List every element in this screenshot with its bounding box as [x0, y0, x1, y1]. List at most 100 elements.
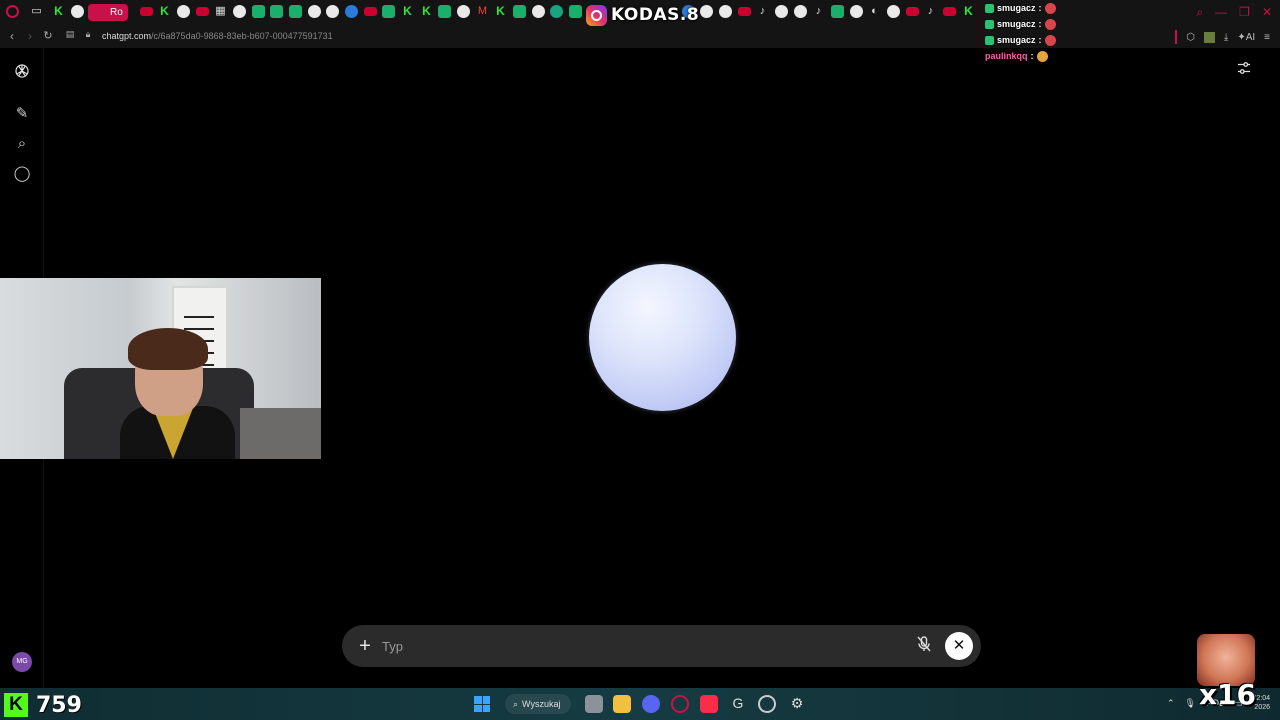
chat-username: smugacz	[997, 35, 1036, 45]
chevron-up-icon[interactable]: ⌃	[1167, 698, 1175, 709]
tab-google-icon[interactable]	[233, 5, 246, 18]
tab-kick-icon[interactable]: K	[52, 5, 65, 18]
start-icon[interactable]	[474, 696, 490, 712]
opera-icon[interactable]	[671, 695, 689, 713]
tab-active[interactable]: Ro	[88, 4, 128, 21]
tab-google-icon[interactable]	[177, 5, 190, 18]
menu-icon[interactable]: ≡	[1264, 32, 1270, 43]
tab-sheets-icon[interactable]	[289, 5, 302, 18]
file-explorer-icon[interactable]	[613, 695, 631, 713]
search-icon: ⌕	[513, 698, 519, 709]
desk	[240, 408, 321, 459]
chat-message: paulinkqq :	[985, 48, 1065, 64]
url-field[interactable]: chatgpt.com/c/6a875da0-9868-83eb-b607-00…	[102, 31, 333, 41]
tab-google-icon[interactable]	[887, 5, 900, 18]
tab-tiktok-icon[interactable]: ♪	[924, 5, 937, 18]
tab-google-icon[interactable]	[71, 5, 84, 18]
extension-avatar-icon[interactable]	[1203, 31, 1215, 43]
search-tabs-icon[interactable]: ⌕	[1196, 5, 1203, 20]
site-settings-icon[interactable]: ▤	[63, 29, 77, 40]
tab-chatgpt-icon[interactable]	[550, 5, 563, 18]
tab-active-label: Ro	[110, 7, 123, 18]
chat-username: smugacz	[997, 19, 1036, 29]
chat-separator: :	[1030, 51, 1034, 61]
windows-taskbar: K 759 ⌕ Wyszukaj G ⚙ ⌃ 🎙︎ POL ▭ 22:04 20…	[0, 688, 1280, 720]
tab-google-icon[interactable]	[700, 5, 713, 18]
tab-messenger-icon[interactable]	[345, 5, 358, 18]
tab-gmail-icon[interactable]: M	[476, 5, 489, 18]
tab-kick-icon[interactable]: K	[494, 5, 507, 18]
tab-google-icon[interactable]	[532, 5, 545, 18]
tab-sheets-icon[interactable]	[513, 5, 526, 18]
emote-combo-count: x16	[1199, 678, 1257, 711]
tab-google-icon[interactable]	[308, 5, 321, 18]
tab-google-icon[interactable]	[326, 5, 339, 18]
tab-tiktok-icon[interactable]: ♪	[756, 5, 769, 18]
tab-favicon[interactable]: ▭	[30, 5, 43, 18]
reload-icon[interactable]: ↻	[41, 29, 55, 42]
openai-logo-icon[interactable]	[13, 62, 31, 80]
ai-button[interactable]: ✦AI	[1237, 32, 1255, 43]
app-icon[interactable]: G	[729, 695, 747, 713]
mic-muted-button[interactable]	[914, 636, 934, 656]
tab-sheets-icon[interactable]	[569, 5, 582, 18]
settings-gear-icon[interactable]: ⚙	[788, 695, 806, 713]
new-chat-icon[interactable]: ✎	[13, 105, 31, 123]
back-icon[interactable]: ‹	[5, 29, 19, 43]
apple-music-icon[interactable]	[700, 695, 718, 713]
forward-icon[interactable]: ›	[23, 29, 37, 43]
search-icon[interactable]: ⌕	[13, 135, 31, 153]
tab-google-icon[interactable]	[850, 5, 863, 18]
tab-youtube-icon[interactable]	[738, 7, 751, 16]
tab-youtube-icon[interactable]	[140, 7, 153, 16]
app-icon[interactable]	[758, 695, 776, 713]
avatar[interactable]: MG	[12, 652, 32, 672]
tab-google-icon[interactable]	[457, 5, 470, 18]
chat-username: paulinkqq	[985, 51, 1028, 61]
close-window-icon[interactable]: ✕	[1262, 5, 1272, 20]
instagram-icon	[586, 4, 607, 26]
tab-youtube-icon[interactable]	[196, 7, 209, 16]
tab-youtube-icon[interactable]	[364, 7, 377, 16]
tab-kick-icon[interactable]: K	[962, 5, 975, 18]
voice-settings-icon[interactable]	[1234, 60, 1254, 80]
minimize-icon[interactable]: —	[1215, 5, 1227, 20]
ai-label: AI	[1245, 31, 1256, 43]
tab-favicon[interactable]: ▦	[214, 5, 227, 18]
tab-sheets-icon[interactable]	[382, 5, 395, 18]
extensions-icon[interactable]: ⬡	[1186, 32, 1195, 43]
tab-sheets-icon[interactable]	[252, 5, 265, 18]
download-icon[interactable]: ⤓	[1224, 32, 1228, 43]
chat-separator: :	[1038, 3, 1042, 13]
tab-sheets-icon[interactable]	[270, 5, 283, 18]
stream-chat-overlay: smugacz : smugacz : smugacz : paulinkqq …	[985, 0, 1065, 64]
add-attachment-button[interactable]: +	[354, 635, 376, 657]
webcam-overlay	[0, 278, 321, 459]
opera-menu-icon[interactable]	[6, 5, 19, 18]
tab-tiktok-icon[interactable]: ♪	[812, 5, 825, 18]
discord-icon[interactable]	[642, 695, 660, 713]
tab-google-icon[interactable]	[794, 5, 807, 18]
tab-google-icon[interactable]	[775, 5, 788, 18]
maximize-icon[interactable]: ❐	[1239, 5, 1250, 20]
instagram-handle: KODAS.8	[611, 5, 700, 25]
voice-input-bar: + ✕	[342, 625, 981, 667]
tab-youtube-icon[interactable]	[943, 7, 956, 16]
chat-badge-icon	[985, 19, 994, 29]
task-view-icon[interactable]	[585, 695, 603, 713]
tab-google-icon[interactable]	[719, 5, 732, 18]
tab-sheets-icon[interactable]	[831, 5, 844, 18]
emote-icon	[1036, 50, 1048, 62]
voice-mode-orb	[589, 264, 736, 411]
tab-favicon[interactable]: ◐	[868, 5, 881, 18]
chat-message: smugacz :	[985, 0, 1065, 16]
taskbar-search[interactable]: ⌕ Wyszukaj	[505, 694, 571, 714]
chat-bubble-icon[interactable]: ◯	[13, 165, 31, 183]
message-input[interactable]	[382, 636, 882, 656]
tab-kick-icon[interactable]: K	[401, 5, 414, 18]
tab-youtube-icon[interactable]	[906, 7, 919, 16]
tab-sheets-icon[interactable]	[438, 5, 451, 18]
tab-kick-icon[interactable]: K	[420, 5, 433, 18]
tab-kick-icon[interactable]: K	[158, 5, 171, 18]
end-voice-button[interactable]: ✕	[945, 632, 973, 660]
